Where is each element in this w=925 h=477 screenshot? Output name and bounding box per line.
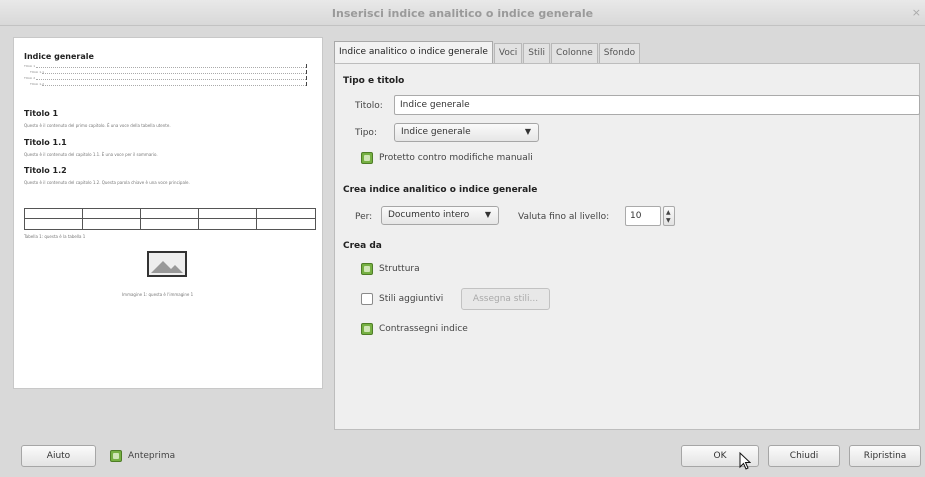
chevron-down-icon: ▼ — [484, 210, 491, 219]
level-stepper[interactable]: ▲ ▼ — [663, 206, 675, 226]
tab-styles[interactable]: Stili — [523, 43, 551, 63]
preview-page-number — [306, 76, 307, 80]
create-from-heading: Crea da — [343, 241, 382, 251]
close-icon[interactable]: × — [912, 6, 921, 19]
assign-styles-button[interactable]: Assegna stili... — [461, 288, 550, 310]
scope-dropdown[interactable]: Documento intero ▼ — [381, 206, 499, 225]
help-button[interactable]: Aiuto — [21, 445, 96, 467]
tab-bar: Indice analitico o indice generale Voci … — [334, 41, 641, 63]
tab-index[interactable]: Indice analitico o indice generale — [334, 41, 493, 63]
title-bar: Inserisci indice analitico o indice gene… — [0, 0, 925, 26]
reset-button[interactable]: Ripristina — [849, 445, 921, 467]
preview-index-entry: Titolo 2 — [24, 76, 36, 80]
chevron-down-icon: ▼ — [524, 127, 531, 136]
preview-page-number — [306, 64, 307, 68]
chevron-up-icon[interactable]: ▲ — [666, 210, 671, 216]
extra-styles-checkbox[interactable] — [361, 293, 373, 305]
scope-dropdown-value: Documento intero — [388, 210, 470, 220]
preview-checkbox[interactable] — [110, 450, 122, 462]
preview-section-body: Questo è il contenuto del capitolo 1.1. … — [24, 152, 158, 157]
extra-styles-label: Stili aggiuntivi — [379, 294, 444, 304]
preview-section-title: Titolo 1.1 — [24, 138, 67, 147]
preview-section-title: Titolo 1.2 — [24, 166, 67, 175]
tab-columns[interactable]: Colonne — [551, 43, 598, 63]
preview-leader-line — [42, 85, 306, 86]
preview-table-caption: Tabella 1: questa è la tabella 1 — [24, 234, 86, 239]
close-button[interactable]: Chiudi — [768, 445, 840, 467]
preview-page-number — [306, 82, 307, 86]
level-input[interactable]: 10 — [625, 206, 661, 226]
level-label: Valuta fino al livello: — [518, 212, 610, 222]
preview-section-body: Questo è il contenuto del primo capitolo… — [24, 123, 171, 128]
tab-entries[interactable]: Voci — [493, 43, 523, 63]
preview-image — [147, 251, 187, 277]
preview-panel: Indice generale Titolo 1 Titolo 1.1 Tito… — [13, 37, 323, 389]
chevron-down-icon[interactable]: ▼ — [666, 218, 671, 224]
type-title-heading: Tipo e titolo — [343, 76, 405, 86]
preview-section-title: Titolo 1 — [24, 109, 59, 118]
preview-index-entry: Titolo 1 — [24, 64, 36, 68]
create-index-heading: Crea indice analitico o indice generale — [343, 185, 538, 195]
picture-icon — [151, 261, 183, 273]
preview-page-number — [306, 70, 307, 74]
preview-leader-line — [36, 79, 306, 80]
type-dropdown[interactable]: Indice generale ▼ — [394, 123, 539, 142]
title-input[interactable]: Indice generale — [394, 95, 920, 115]
structure-checkbox[interactable] — [361, 263, 373, 275]
mouse-cursor-icon — [739, 452, 751, 470]
index-marks-label: Contrassegni indice — [379, 324, 468, 334]
structure-label: Struttura — [379, 264, 420, 274]
for-label: Per: — [355, 212, 373, 222]
preview-leader-line — [42, 73, 306, 74]
tab-background[interactable]: Sfondo — [598, 43, 641, 63]
preview-label: Anteprima — [128, 451, 176, 461]
window-title: Inserisci indice analitico o indice gene… — [331, 7, 594, 20]
type-dropdown-value: Indice generale — [401, 127, 471, 137]
protected-label: Protetto contro modifiche manuali — [379, 153, 533, 163]
preview-table — [24, 208, 316, 230]
preview-image-caption: Immagine 1: questa è l'immagine 1 — [122, 292, 194, 297]
title-label: Titolo: — [355, 101, 383, 111]
preview-section-body: Questo è il contenuto del capitolo 1.2. … — [24, 180, 190, 185]
type-label: Tipo: — [355, 128, 377, 138]
protected-checkbox[interactable] — [361, 152, 373, 164]
index-marks-checkbox[interactable] — [361, 323, 373, 335]
preview-index-heading: Indice generale — [24, 52, 94, 61]
tab-content: Tipo e titolo Titolo: Indice generale Ti… — [334, 63, 920, 430]
preview-leader-line — [36, 67, 306, 68]
